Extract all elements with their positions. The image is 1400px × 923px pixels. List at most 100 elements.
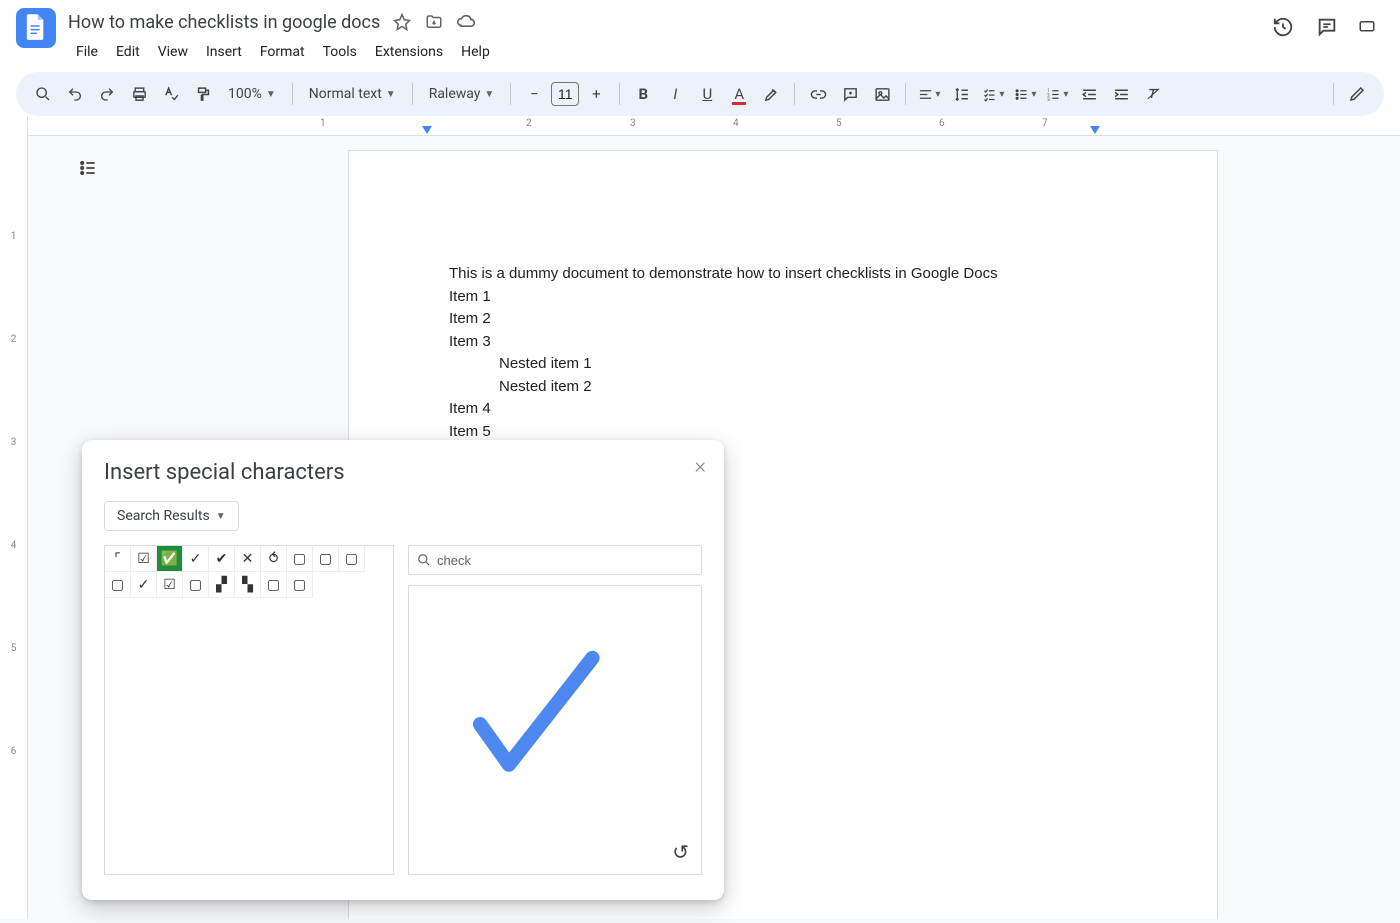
bold-button[interactable]: B <box>628 79 658 109</box>
zoom-dropdown[interactable]: 100%▼ <box>220 79 284 109</box>
text-color-button[interactable]: A <box>724 79 754 109</box>
move-folder-icon[interactable] <box>424 12 444 32</box>
category-dropdown[interactable]: Search Results▼ <box>104 501 239 531</box>
menu-tools[interactable]: Tools <box>315 40 365 64</box>
clear-formatting-icon[interactable] <box>1138 79 1168 109</box>
char-result[interactable]: ✅ <box>157 546 183 572</box>
char-result[interactable]: ✓ <box>131 572 157 598</box>
undo-draw-icon[interactable]: ↺ <box>672 840 689 864</box>
char-result[interactable]: ▢ <box>339 546 365 572</box>
line-spacing-icon[interactable] <box>946 79 976 109</box>
hruler-tick: 2 <box>526 118 532 129</box>
increase-indent-icon[interactable] <box>1106 79 1136 109</box>
menu-insert[interactable]: Insert <box>198 40 250 64</box>
zoom-value: 100% <box>228 86 262 102</box>
insert-image-icon[interactable] <box>867 79 897 109</box>
checklist-dropdown[interactable]: ▾ <box>978 79 1008 109</box>
redo-icon[interactable] <box>92 79 122 109</box>
char-result[interactable]: ▞ <box>209 572 235 598</box>
special-characters-dialog: × Insert special characters Search Resul… <box>82 440 724 900</box>
font-size-increase[interactable]: + <box>581 79 611 109</box>
menu-format[interactable]: Format <box>252 40 313 64</box>
toolbar: 100%▼ Normal text▼ Raleway▼ − + B I U A … <box>16 72 1384 116</box>
doc-line: Nested item 1 <box>499 353 1117 376</box>
decrease-indent-icon[interactable] <box>1074 79 1104 109</box>
app-header: How to make checklists in google docs Fi… <box>0 0 1400 64</box>
hruler-tick: 3 <box>630 118 636 129</box>
hruler-tick: 6 <box>939 118 945 129</box>
align-dropdown[interactable]: ▾ <box>914 79 944 109</box>
cloud-status-icon[interactable] <box>456 12 476 32</box>
hruler-tick: 4 <box>733 118 739 129</box>
draw-character-area[interactable]: ↺ <box>408 585 702 875</box>
vruler-tick: 5 <box>0 643 27 654</box>
font-dropdown[interactable]: Raleway▼ <box>421 79 503 109</box>
menu-view[interactable]: View <box>150 40 196 64</box>
undo-icon[interactable] <box>60 79 90 109</box>
indent-marker-left[interactable] <box>422 126 432 134</box>
paint-format-icon[interactable] <box>188 79 218 109</box>
char-result[interactable]: ▢ <box>261 572 287 598</box>
char-search-box[interactable] <box>408 545 702 575</box>
vertical-ruler: 1 2 3 4 5 6 <box>0 116 28 919</box>
add-comment-icon[interactable] <box>835 79 865 109</box>
menu-bar: File Edit View Insert Format Tools Exten… <box>68 40 1270 64</box>
vruler-tick: 6 <box>0 746 27 757</box>
char-result[interactable]: ✓ <box>183 546 209 572</box>
close-icon[interactable]: × <box>694 454 706 479</box>
doc-line: Nested item 2 <box>499 376 1117 399</box>
doc-line: This is a dummy document to demonstrate … <box>449 263 1117 286</box>
comments-icon[interactable] <box>1314 14 1340 40</box>
vruler-tick: 1 <box>0 231 27 242</box>
search-icon <box>417 553 431 567</box>
vruler-tick: 2 <box>0 334 27 345</box>
char-result[interactable]: ▢ <box>287 546 313 572</box>
insert-link-icon[interactable] <box>803 79 833 109</box>
char-result[interactable]: ▢ <box>287 572 313 598</box>
font-size-decrease[interactable]: − <box>519 79 549 109</box>
char-result[interactable]: ⥀ <box>261 546 287 572</box>
docs-app-icon[interactable] <box>16 8 56 48</box>
underline-button[interactable]: U <box>692 79 722 109</box>
print-icon[interactable] <box>124 79 154 109</box>
doc-line: Item 1 <box>449 286 1117 309</box>
char-result[interactable]: ▢ <box>105 572 131 598</box>
hruler-tick: 7 <box>1042 118 1048 129</box>
star-icon[interactable] <box>392 12 412 32</box>
bulleted-list-dropdown[interactable]: ▾ <box>1010 79 1040 109</box>
menu-extensions[interactable]: Extensions <box>367 40 451 64</box>
char-result[interactable]: ▢ <box>183 572 209 598</box>
char-result[interactable]: ✕ <box>235 546 261 572</box>
menu-file[interactable]: File <box>68 40 106 64</box>
indent-marker-right[interactable] <box>1090 126 1100 134</box>
editing-mode-icon[interactable] <box>1342 79 1372 109</box>
doc-line: Item 4 <box>449 398 1117 421</box>
font-size-input[interactable] <box>551 82 579 106</box>
present-icon[interactable] <box>1358 14 1376 40</box>
char-result[interactable]: ☑ <box>157 572 183 598</box>
char-result[interactable]: ▚ <box>235 572 261 598</box>
search-menus-icon[interactable] <box>28 79 58 109</box>
italic-button[interactable]: I <box>660 79 690 109</box>
character-grid: ⌜ ☑ ✅ ✓ ✔ ✕ ⥀ ▢ ▢ ▢ ▢ ✓ ☑ ▢ ▞ ▚ ▢ ▢ <box>104 545 394 875</box>
font-value: Raleway <box>429 86 481 102</box>
hruler-tick: 1 <box>320 118 326 129</box>
char-result[interactable]: ☑ <box>131 546 157 572</box>
history-icon[interactable] <box>1270 14 1296 40</box>
menu-edit[interactable]: Edit <box>108 40 148 64</box>
dialog-title: Insert special characters <box>104 460 702 485</box>
vruler-tick: 4 <box>0 540 27 551</box>
char-result[interactable]: ⌜ <box>105 546 131 572</box>
style-value: Normal text <box>309 86 382 102</box>
spellcheck-icon[interactable] <box>156 79 186 109</box>
char-search-input[interactable] <box>437 553 693 568</box>
hruler-tick: 5 <box>836 118 842 129</box>
numbered-list-dropdown[interactable]: 123▾ <box>1042 79 1072 109</box>
document-title[interactable]: How to make checklists in google docs <box>68 12 380 33</box>
char-result[interactable]: ✔ <box>209 546 235 572</box>
char-result[interactable]: ▢ <box>313 546 339 572</box>
menu-help[interactable]: Help <box>453 40 498 64</box>
show-outline-icon[interactable] <box>72 152 104 184</box>
highlight-button[interactable] <box>756 79 786 109</box>
style-dropdown[interactable]: Normal text▼ <box>301 79 404 109</box>
